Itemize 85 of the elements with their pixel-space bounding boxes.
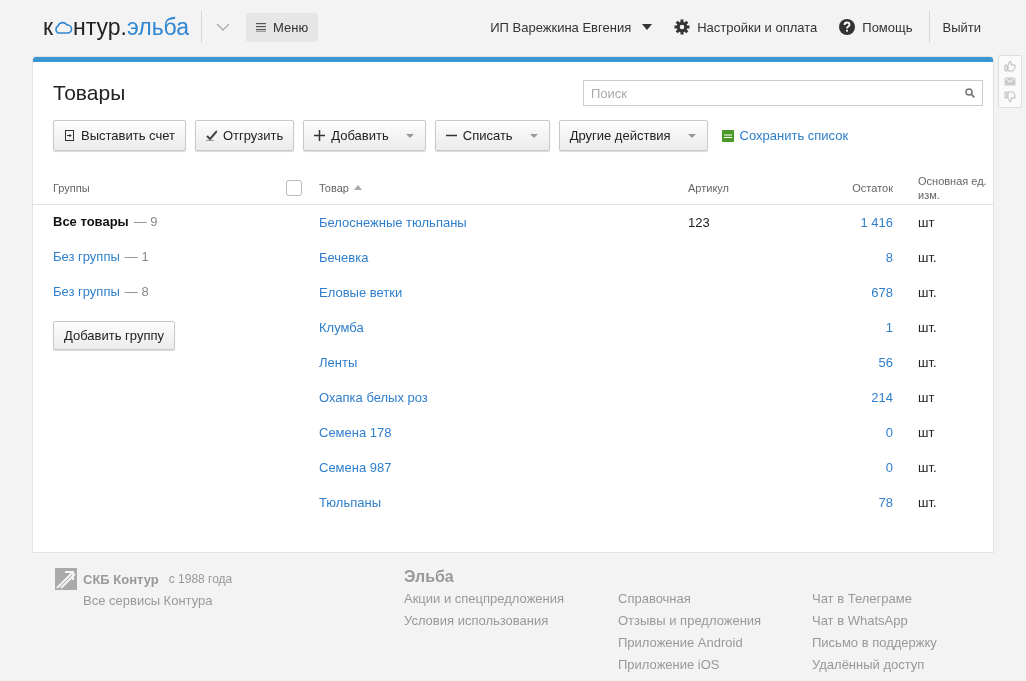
unit-cell: шт.	[918, 460, 937, 475]
group-count: — 8	[124, 284, 149, 299]
footer-link[interactable]: Приложение iOS	[618, 654, 812, 676]
settings-link[interactable]: Настройки и оплата	[674, 19, 818, 35]
plus-icon	[314, 130, 326, 141]
footer-link[interactable]: Справочная	[618, 588, 812, 610]
settings-icon	[674, 19, 691, 35]
brand-since: с 1988 года	[168, 572, 233, 586]
footer-heading: Эльба	[404, 568, 455, 586]
product-link[interactable]: Еловые ветки	[319, 285, 403, 300]
product-link[interactable]: Семена 178	[319, 425, 392, 440]
group-link[interactable]: Без группы	[53, 249, 120, 264]
product-link[interactable]: Тюльпаны	[319, 495, 381, 510]
thumbs-down-icon	[1004, 91, 1016, 103]
group-count: — 1	[124, 249, 149, 264]
unit-cell: шт.	[918, 355, 937, 370]
thumbs-up-icon	[1004, 60, 1016, 72]
menu-button[interactable]: Меню	[246, 12, 319, 42]
footer-link[interactable]: Чат в Телеграме	[812, 588, 1026, 610]
product-link[interactable]: Охапка белых роз	[319, 390, 428, 405]
toolbar-button[interactable]: Другие действия	[558, 120, 708, 151]
toolbar-button[interactable]: Добавить	[303, 120, 426, 151]
chevron-down-icon	[216, 23, 231, 31]
footer-link[interactable]: Все сервисы Контура	[83, 590, 404, 612]
select-all-checkbox[interactable]	[286, 179, 302, 196]
stock-link[interactable]: 214	[871, 390, 893, 405]
product-link[interactable]: Ленты	[319, 355, 358, 370]
footer-link[interactable]: Удалённый доступ	[812, 654, 1026, 676]
footer-link[interactable]: Чат в WhatsApp	[812, 610, 1026, 632]
spreadsheet-file-icon	[721, 129, 734, 142]
toolbar-button[interactable]: Списать	[434, 120, 550, 151]
unit-cell: шт	[918, 390, 935, 405]
group-link[interactable]: Без группы	[53, 284, 120, 299]
save-list-link[interactable]: Сохранить список	[721, 128, 849, 143]
sort-ascending-icon	[353, 185, 362, 190]
product-link[interactable]: Клумба	[319, 320, 364, 335]
unit-cell: шт.	[918, 495, 937, 510]
brand-name: СКБ Контур	[83, 571, 159, 587]
footer-link[interactable]: Письмо в поддержку	[812, 632, 1026, 654]
footer-link[interactable]: Акции и спецпредложения	[404, 588, 618, 610]
stock-link[interactable]: 0	[885, 460, 893, 475]
arrow-logo-icon	[55, 568, 77, 590]
toolbar-button[interactable]: Выставить счет	[53, 120, 186, 151]
toolbar-button[interactable]: Отгрузить	[194, 120, 295, 151]
caret-icon	[642, 24, 653, 30]
unit-cell: шт.	[918, 285, 937, 300]
logo[interactable]: к нтур.эльба	[43, 13, 190, 41]
footer-link[interactable]: Условия использования	[404, 610, 618, 632]
column-header: Артикул	[688, 182, 729, 194]
search-field[interactable]: Поиск	[583, 80, 983, 106]
logout-link[interactable]: Выйти	[942, 19, 981, 35]
group-link[interactable]: Все товары	[53, 214, 129, 229]
menu-icon	[256, 22, 267, 32]
column-header: Основная ед. изм.	[918, 174, 987, 201]
unit-cell: шт.	[918, 320, 937, 335]
cloud-icon	[53, 21, 74, 35]
product-link[interactable]: Бечевка	[319, 250, 369, 265]
column-header: Остаток	[852, 182, 893, 194]
stock-link[interactable]: 0	[885, 425, 893, 440]
stock-link[interactable]: 1 416	[860, 215, 893, 230]
help-icon	[839, 19, 856, 35]
product-link[interactable]: Белоснежные тюльпаны	[319, 215, 467, 230]
page-title: Товары	[53, 81, 126, 105]
stock-link[interactable]: 56	[878, 355, 893, 370]
checkmark-pen-icon	[205, 130, 217, 141]
column-header: Группы	[53, 180, 91, 196]
product-link[interactable]: Семена 987	[319, 460, 392, 475]
add-group-button[interactable]: Добавить группу	[53, 321, 175, 350]
footer-link[interactable]: Приложение Android	[618, 632, 812, 654]
unit-cell: шт	[918, 215, 935, 230]
stock-link[interactable]: 1	[885, 320, 893, 335]
unit-cell: шт	[918, 425, 935, 440]
help-link[interactable]: Помощь	[839, 19, 913, 35]
article-cell: 123	[688, 215, 710, 230]
envelope-icon	[1004, 77, 1016, 86]
column-header[interactable]: Товар	[319, 181, 349, 194]
user-menu[interactable]: ИП Варежкина Евгения	[490, 19, 653, 35]
stock-link[interactable]: 678	[871, 285, 893, 300]
unit-cell: шт.	[918, 250, 937, 265]
stock-link[interactable]: 8	[885, 250, 893, 265]
footer-link[interactable]: Отзывы и предложения	[618, 610, 812, 632]
invoice-icon	[64, 130, 75, 141]
stock-link[interactable]: 78	[878, 495, 893, 510]
search-icon	[965, 88, 975, 98]
group-count: — 9	[133, 214, 158, 229]
